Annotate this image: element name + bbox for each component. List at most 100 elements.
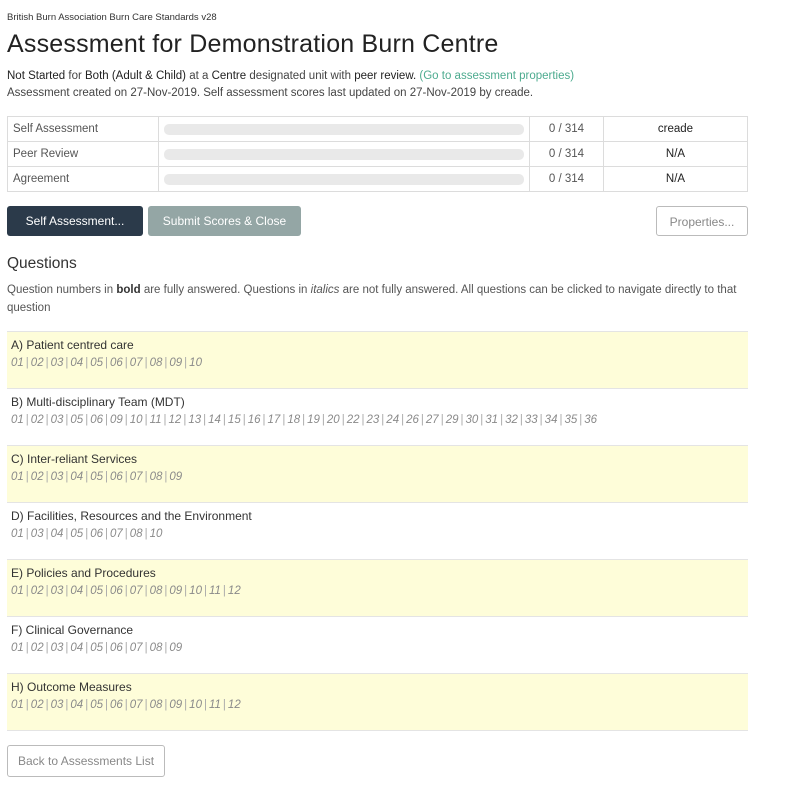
question-link[interactable]: 35 [564, 414, 577, 426]
question-link[interactable]: 03 [51, 471, 64, 483]
question-link[interactable]: 18 [287, 414, 300, 426]
question-link[interactable]: 13 [188, 414, 201, 426]
question-link[interactable]: 01 [11, 528, 24, 540]
question-link[interactable]: 05 [70, 414, 83, 426]
separator: | [104, 699, 108, 711]
question-link[interactable]: 05 [90, 357, 103, 369]
question-link[interactable]: 33 [525, 414, 538, 426]
question-link[interactable]: 07 [130, 699, 143, 711]
question-link[interactable]: 26 [406, 414, 419, 426]
question-link[interactable]: 11 [150, 414, 162, 426]
assessment-properties-link[interactable]: (Go to assessment properties) [419, 70, 574, 82]
question-link[interactable]: 07 [130, 471, 143, 483]
question-link[interactable]: 23 [367, 414, 380, 426]
question-link[interactable]: 05 [70, 528, 83, 540]
question-link[interactable]: 03 [31, 528, 44, 540]
question-link[interactable]: 04 [70, 642, 83, 654]
question-link[interactable]: 02 [31, 357, 44, 369]
question-link[interactable]: 11 [209, 699, 221, 711]
question-link[interactable]: 11 [209, 585, 221, 597]
question-link[interactable]: 10 [189, 357, 202, 369]
question-link[interactable]: 20 [327, 414, 340, 426]
question-link[interactable]: 03 [51, 414, 64, 426]
question-link[interactable]: 27 [426, 414, 439, 426]
separator: | [25, 471, 29, 483]
question-link[interactable]: 01 [11, 471, 24, 483]
question-link[interactable]: 06 [110, 357, 123, 369]
question-link[interactable]: 10 [189, 585, 202, 597]
question-link[interactable]: 04 [70, 471, 83, 483]
question-link[interactable]: 10 [130, 414, 143, 426]
question-link[interactable]: 04 [70, 699, 83, 711]
question-link[interactable]: 01 [11, 357, 24, 369]
properties-button[interactable]: Properties... [656, 206, 748, 236]
question-link[interactable]: 05 [90, 642, 103, 654]
question-link[interactable]: 09 [169, 699, 182, 711]
question-link[interactable]: 12 [228, 585, 241, 597]
question-link[interactable]: 01 [11, 414, 24, 426]
question-link[interactable]: 08 [150, 471, 163, 483]
question-link[interactable]: 04 [51, 528, 64, 540]
question-link[interactable]: 16 [248, 414, 261, 426]
question-link[interactable]: 03 [51, 642, 64, 654]
question-link[interactable]: 02 [31, 414, 44, 426]
question-link[interactable]: 07 [110, 528, 123, 540]
separator: | [104, 642, 108, 654]
question-link[interactable]: 03 [51, 357, 64, 369]
question-link[interactable]: 08 [150, 357, 163, 369]
question-link[interactable]: 14 [208, 414, 221, 426]
question-link[interactable]: 08 [130, 528, 143, 540]
question-link[interactable]: 09 [110, 414, 123, 426]
question-link[interactable]: 15 [228, 414, 241, 426]
question-link[interactable]: 01 [11, 585, 24, 597]
question-link[interactable]: 06 [90, 414, 103, 426]
question-link[interactable]: 07 [130, 642, 143, 654]
question-link[interactable]: 29 [446, 414, 459, 426]
question-link[interactable]: 09 [169, 642, 182, 654]
question-link[interactable]: 10 [189, 699, 202, 711]
question-link[interactable]: 10 [150, 528, 163, 540]
question-link[interactable]: 07 [130, 585, 143, 597]
question-link[interactable]: 02 [31, 642, 44, 654]
question-link[interactable]: 02 [31, 585, 44, 597]
question-link[interactable]: 22 [347, 414, 360, 426]
question-link[interactable]: 09 [169, 585, 182, 597]
question-link[interactable]: 12 [228, 699, 241, 711]
question-link[interactable]: 03 [51, 699, 64, 711]
question-link[interactable]: 08 [150, 585, 163, 597]
question-link[interactable]: 09 [169, 357, 182, 369]
separator: | [460, 414, 464, 426]
question-link[interactable]: 32 [505, 414, 518, 426]
question-link[interactable]: 02 [31, 471, 44, 483]
progress-bar-cell [158, 166, 530, 192]
question-link[interactable]: 24 [386, 414, 399, 426]
question-link[interactable]: 05 [90, 585, 103, 597]
question-link[interactable]: 02 [31, 699, 44, 711]
self-assessment-button[interactable]: Self Assessment... [7, 206, 143, 236]
question-link[interactable]: 01 [11, 699, 24, 711]
question-link[interactable]: 04 [70, 585, 83, 597]
question-link[interactable]: 05 [90, 699, 103, 711]
question-link[interactable]: 31 [485, 414, 498, 426]
question-link[interactable]: 19 [307, 414, 320, 426]
question-link[interactable]: 12 [169, 414, 182, 426]
question-link[interactable]: 08 [150, 642, 163, 654]
question-link[interactable]: 03 [51, 585, 64, 597]
question-link[interactable]: 06 [110, 471, 123, 483]
question-link[interactable]: 06 [90, 528, 103, 540]
question-link[interactable]: 08 [150, 699, 163, 711]
question-link[interactable]: 04 [70, 357, 83, 369]
question-link[interactable]: 36 [584, 414, 597, 426]
question-link[interactable]: 05 [90, 471, 103, 483]
question-link[interactable]: 34 [545, 414, 558, 426]
question-link[interactable]: 30 [465, 414, 478, 426]
question-link[interactable]: 17 [268, 414, 281, 426]
question-link[interactable]: 01 [11, 642, 24, 654]
question-link[interactable]: 06 [110, 642, 123, 654]
back-to-assessments-button[interactable]: Back to Assessments List [7, 745, 166, 777]
question-link[interactable]: 06 [110, 699, 123, 711]
question-link[interactable]: 09 [169, 471, 182, 483]
question-link[interactable]: 06 [110, 585, 123, 597]
submit-scores-button[interactable]: Submit Scores & Close [148, 206, 301, 236]
question-link[interactable]: 07 [130, 357, 143, 369]
